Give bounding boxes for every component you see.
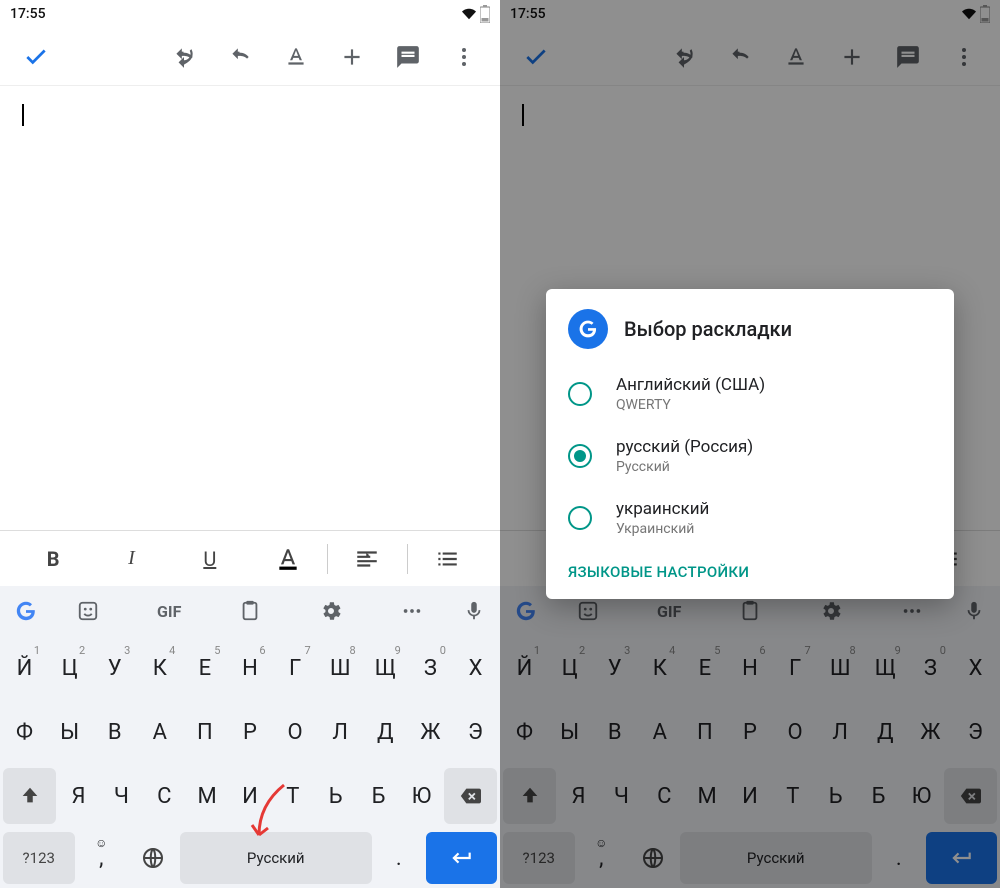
keyboard-row-bottom: ?123 ,☺ Русский .	[0, 828, 500, 888]
radio-icon	[568, 506, 592, 530]
underline-button[interactable]: U	[171, 531, 249, 586]
letter-key[interactable]: М	[187, 768, 228, 824]
done-button[interactable]	[8, 29, 64, 85]
option-title: украинский	[616, 499, 709, 519]
mic-button[interactable]	[452, 586, 496, 636]
symbols-key[interactable]: ?123	[3, 832, 75, 884]
wifi-icon	[460, 7, 478, 21]
redo-button[interactable]	[212, 29, 268, 85]
clipboard-button[interactable]	[210, 586, 291, 636]
dialog-title: Выбор раскладки	[624, 317, 792, 341]
radio-icon	[568, 382, 592, 406]
letter-key[interactable]: С	[144, 768, 185, 824]
letter-key[interactable]: Т	[272, 768, 313, 824]
period-key[interactable]: .	[374, 832, 424, 884]
status-bar: 17:55	[0, 0, 500, 28]
status-icons	[460, 5, 490, 23]
letter-key[interactable]: Р	[228, 704, 271, 760]
letter-key[interactable]: Ж	[409, 704, 452, 760]
layout-option[interactable]: украинский Украинский	[546, 487, 954, 549]
layout-option[interactable]: русский (Россия) Русский	[546, 425, 954, 487]
list-button[interactable]	[408, 531, 486, 586]
letter-key[interactable]: Г7	[274, 640, 317, 696]
letter-key[interactable]: Ч	[101, 768, 142, 824]
layout-option[interactable]: Английский (США) QWERTY	[546, 363, 954, 425]
shift-key[interactable]	[3, 768, 56, 824]
text-color-button[interactable]	[249, 531, 327, 586]
phone-left: 17:55 B I U GIF	[0, 0, 500, 888]
spacebar-key[interactable]: Русский	[180, 832, 373, 884]
language-key[interactable]	[128, 832, 178, 884]
option-title: Английский (США)	[616, 375, 765, 395]
italic-button[interactable]: I	[92, 531, 170, 586]
comma-key[interactable]: ,☺	[77, 832, 127, 884]
letter-key[interactable]: Я	[58, 768, 99, 824]
bold-button[interactable]: B	[14, 531, 92, 586]
letter-key[interactable]: Ш8	[319, 640, 362, 696]
keyboard-row-3: ЯЧСМИТЬБЮ	[0, 764, 500, 828]
radio-icon	[568, 444, 592, 468]
google-icon[interactable]	[4, 586, 48, 636]
letter-key[interactable]: Д	[364, 704, 407, 760]
battery-icon	[480, 5, 490, 23]
app-toolbar	[0, 28, 500, 86]
letter-key[interactable]: Н6	[228, 640, 271, 696]
letter-key[interactable]: И	[230, 768, 271, 824]
overflow-button[interactable]	[436, 29, 492, 85]
settings-button[interactable]	[290, 586, 371, 636]
letter-key[interactable]: Ф	[3, 704, 46, 760]
undo-button[interactable]	[156, 29, 212, 85]
letter-key[interactable]: Х	[454, 640, 497, 696]
keyboard-row-1: Й1Ц2У3К4Е5Н6Г7Ш8Щ9З0Х	[0, 636, 500, 700]
layout-dialog: Выбор раскладки Английский (США) QWERTY …	[546, 289, 954, 599]
gif-button[interactable]: GIF	[129, 586, 210, 636]
align-button[interactable]	[328, 531, 406, 586]
phone-right: 17:55 B I U GIF	[500, 0, 1000, 888]
clock: 17:55	[10, 6, 46, 22]
keyboard: GIF Й1Ц2У3К4Е5Н6Г7Ш8Щ9З0Х ФЫВАПРОЛДЖЭ ЯЧ…	[0, 586, 500, 888]
add-button[interactable]	[324, 29, 380, 85]
comment-button[interactable]	[380, 29, 436, 85]
modal-overlay[interactable]: Выбор раскладки Английский (США) QWERTY …	[500, 0, 1000, 888]
option-subtitle: Украинский	[616, 521, 709, 537]
letter-key[interactable]: О	[274, 704, 317, 760]
letter-key[interactable]: А	[138, 704, 181, 760]
option-subtitle: QWERTY	[616, 397, 765, 413]
letter-key[interactable]: В	[93, 704, 136, 760]
letter-key[interactable]: Э	[454, 704, 497, 760]
letter-key[interactable]: Й1	[3, 640, 46, 696]
letter-key[interactable]: Ц2	[48, 640, 91, 696]
letter-key[interactable]: К4	[138, 640, 181, 696]
language-settings-button[interactable]: ЯЗЫКОВЫЕ НАСТРОЙКИ	[546, 549, 954, 583]
keyboard-row-2: ФЫВАПРОЛДЖЭ	[0, 700, 500, 764]
option-title: русский (Россия)	[616, 437, 753, 457]
more-button[interactable]	[371, 586, 452, 636]
letter-key[interactable]: Е5	[183, 640, 226, 696]
letter-key[interactable]: З0	[409, 640, 452, 696]
letter-key[interactable]: Ю	[401, 768, 442, 824]
enter-key[interactable]	[426, 832, 498, 884]
letter-key[interactable]: Ы	[48, 704, 91, 760]
document-editor[interactable]	[0, 86, 500, 530]
gboard-icon	[568, 309, 608, 349]
option-subtitle: Русский	[616, 459, 753, 475]
letter-key[interactable]: Щ9	[364, 640, 407, 696]
format-bar: B I U	[0, 530, 500, 586]
sticker-button[interactable]	[48, 586, 129, 636]
letter-key[interactable]: У3	[93, 640, 136, 696]
letter-key[interactable]: Л	[319, 704, 362, 760]
text-cursor	[22, 104, 24, 126]
backspace-key[interactable]	[444, 768, 497, 824]
letter-key[interactable]: Ь	[315, 768, 356, 824]
letter-key[interactable]: П	[183, 704, 226, 760]
suggestion-strip: GIF	[0, 586, 500, 636]
text-format-button[interactable]	[268, 29, 324, 85]
letter-key[interactable]: Б	[358, 768, 399, 824]
